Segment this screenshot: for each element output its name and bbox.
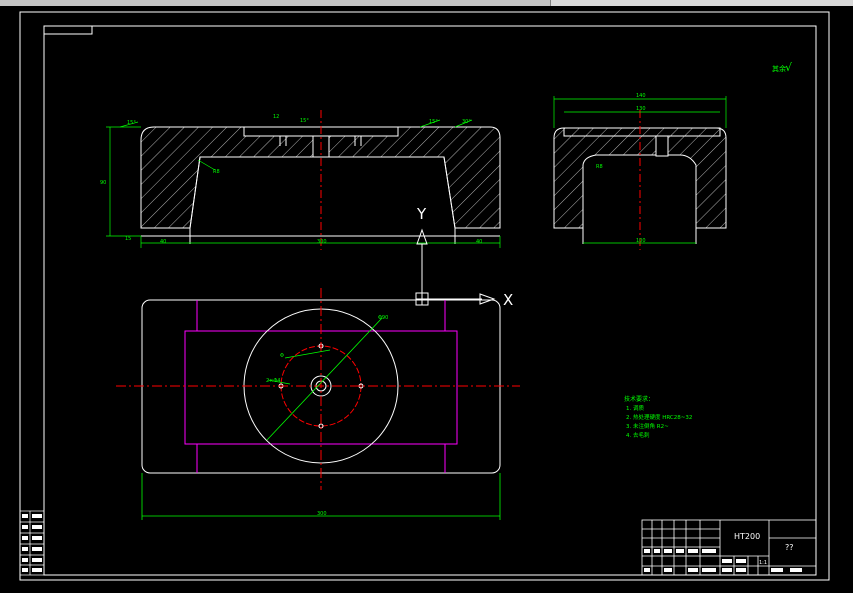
svg-text:R8: R8 (596, 164, 603, 170)
corner-tag (43, 25, 93, 35)
surface-finish-mark: √ (785, 61, 793, 74)
svg-text:300: 300 (317, 239, 327, 245)
svg-text:30°: 30° (462, 119, 471, 125)
svg-text:Φ90: Φ90 (378, 315, 388, 321)
svg-text:2×Φ4: 2×Φ4 (266, 378, 281, 384)
surface-finish-label: 其余 (772, 64, 786, 73)
outer-border (19, 11, 830, 581)
svg-text:15°: 15° (300, 118, 309, 124)
svg-text:90: 90 (100, 180, 106, 186)
notes-line: 2. 热处理硬度 HRC28~32 (626, 413, 692, 421)
ucs-x-label: X (503, 291, 513, 309)
scale-label: 1:1 (759, 560, 767, 566)
notes-line: 3. 未注倒角 R2~ (626, 422, 669, 430)
svg-text:15: 15 (125, 236, 131, 242)
front-section-view: 90 15 40 300 40 R8 15° 15° 30° 12 15° (100, 110, 501, 250)
revision-table-fill (22, 514, 42, 572)
cad-drawing[interactable]: 90 15 40 300 40 R8 15° 15° 30° 12 15° 14… (0, 0, 853, 593)
revision-table (19, 510, 45, 576)
svg-text:15°: 15° (429, 119, 438, 125)
svg-text:Φ: Φ (280, 353, 284, 359)
drawing-name: ?? (785, 543, 794, 552)
plan-view: Φ90 Φ 2×Φ4 300 (116, 288, 520, 520)
notes-heading: 技术要求： (624, 395, 654, 403)
svg-text:300: 300 (317, 511, 327, 517)
svg-text:12: 12 (273, 114, 279, 120)
ucs-y-label: Y (416, 205, 427, 223)
material-label: HT200 (734, 532, 760, 541)
technical-notes: 技术要求： 1. 调质 2. 热处理硬度 HRC28~32 3. 未注倒角 R2… (624, 395, 692, 439)
svg-text:130: 130 (636, 106, 646, 112)
notes-line: 1. 调质 (626, 404, 644, 412)
svg-text:R8: R8 (213, 169, 220, 175)
side-section-view: 140 130 100 R8 (553, 93, 727, 250)
svg-text:15°: 15° (127, 120, 136, 126)
notes-line: 4. 去毛刺 (626, 431, 650, 439)
title-block-fill (644, 549, 802, 572)
svg-text:100: 100 (636, 238, 646, 244)
svg-text:140: 140 (636, 93, 646, 99)
svg-text:40: 40 (476, 239, 482, 245)
svg-text:40: 40 (160, 239, 166, 245)
